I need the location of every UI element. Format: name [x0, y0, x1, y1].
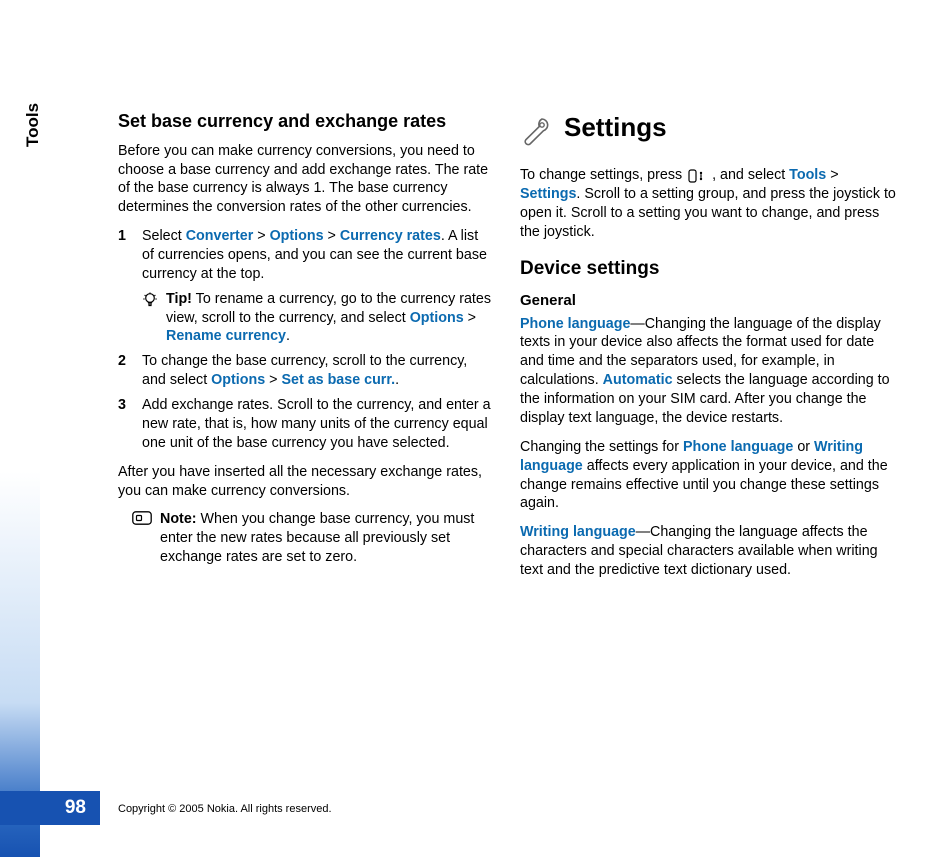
body-text: or	[793, 439, 814, 455]
ui-options: Options	[211, 372, 265, 388]
tip-text: .	[286, 328, 290, 344]
note-icon	[132, 511, 152, 525]
note-block: Note: When you change base currency, you…	[118, 510, 494, 567]
ui-currency-rates: Currency rates	[340, 228, 441, 244]
ui-converter: Converter	[186, 228, 254, 244]
copyright: Copyright © 2005 Nokia. All rights reser…	[118, 803, 332, 815]
ui-settings: Settings	[520, 186, 576, 202]
ui-tools: Tools	[789, 167, 826, 183]
settings-text: To change settings, press	[520, 167, 686, 183]
settings-heading-row: Settings	[520, 110, 896, 152]
step-number: 1	[118, 227, 126, 246]
step-text: >	[324, 228, 340, 244]
after-steps-paragraph: After you have inserted all the necessar…	[118, 463, 494, 501]
menu-key-icon	[688, 169, 706, 183]
step-text: Add exchange rates. Scroll to the curren…	[142, 397, 491, 451]
language-effect-paragraph: Changing the settings for Phone language…	[520, 438, 896, 513]
list-item: 2 To change the base currency, scroll to…	[118, 352, 494, 390]
step-number: 2	[118, 352, 126, 371]
step-text: >	[265, 372, 281, 388]
writing-language-paragraph: Writing language—Changing the language a…	[520, 523, 896, 580]
note-label: Note:	[160, 511, 197, 527]
settings-intro: To change settings, press , and select T…	[520, 166, 896, 241]
step-number: 3	[118, 396, 126, 415]
heading-settings: Settings	[564, 110, 667, 144]
steps-list: 1 Select Converter > Options > Currency …	[118, 227, 494, 452]
ui-rename-currency: Rename currency	[166, 328, 286, 344]
lightbulb-icon	[142, 292, 158, 308]
ui-automatic: Automatic	[603, 372, 673, 388]
ui-phone-language: Phone language	[683, 439, 793, 455]
right-column: Settings To change settings, press , and…	[520, 110, 896, 793]
tip-label: Tip!	[166, 291, 192, 307]
page-number: 98	[0, 791, 100, 825]
ui-options: Options	[270, 228, 324, 244]
intro-paragraph: Before you can make currency conversions…	[118, 142, 494, 217]
wrench-icon	[520, 115, 552, 147]
heading-general: General	[520, 291, 896, 311]
ui-set-base-curr: Set as base curr.	[281, 372, 395, 388]
phone-language-paragraph: Phone language—Changing the language of …	[520, 315, 896, 428]
section-label: Tools	[23, 103, 43, 147]
ui-phone-language: Phone language	[520, 316, 630, 332]
heading-device-settings: Device settings	[520, 256, 896, 281]
ui-options: Options	[410, 310, 464, 326]
settings-text: , and select	[708, 167, 789, 183]
list-item: 3 Add exchange rates. Scroll to the curr…	[118, 396, 494, 453]
content-area: Set base currency and exchange rates Bef…	[118, 110, 896, 793]
step-text: >	[253, 228, 269, 244]
tip-block: Tip! To rename a currency, go to the cur…	[142, 290, 494, 347]
ui-writing-language: Writing language	[520, 524, 636, 540]
tip-text: >	[464, 310, 476, 326]
settings-text: . Scroll to a setting group, and press t…	[520, 186, 896, 240]
note-text: When you change base currency, you must …	[160, 511, 474, 565]
step-text: Select	[142, 228, 186, 244]
body-text: Changing the settings for	[520, 439, 683, 455]
settings-text: >	[826, 167, 838, 183]
step-text: .	[395, 372, 399, 388]
heading-base-currency: Set base currency and exchange rates	[118, 110, 494, 134]
left-column: Set base currency and exchange rates Bef…	[118, 110, 494, 793]
list-item: 1 Select Converter > Options > Currency …	[118, 227, 494, 346]
